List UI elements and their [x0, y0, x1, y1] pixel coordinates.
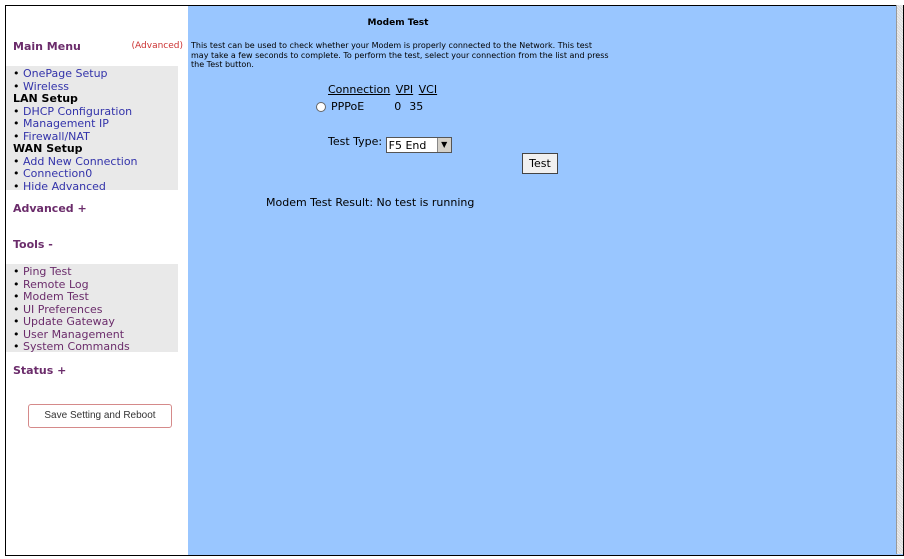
menu-section-header: LAN Setup [13, 92, 78, 105]
main-menu-header: Main Menu (Advanced) [13, 40, 185, 54]
tools-menu-item[interactable]: Ping Test [13, 265, 178, 279]
page-description: This test can be used to check whether y… [191, 41, 609, 69]
connection-table-header: Connection VPI VCI [328, 83, 439, 96]
connection-vci: 35 [409, 100, 424, 113]
test-button[interactable]: Test [522, 153, 558, 174]
menu-item[interactable]: Management IP [13, 117, 178, 131]
test-type-label: Test Type: [328, 135, 383, 148]
header-vpi: VPI [395, 83, 414, 96]
tools-section[interactable]: Tools - [13, 238, 53, 251]
main-menu-title[interactable]: Main Menu [13, 40, 81, 53]
menu-item[interactable]: OnePage Setup [13, 67, 178, 81]
tools-menu-item[interactable]: Modem Test [13, 290, 178, 304]
save-and-reboot-button[interactable]: Save Setting and Reboot [28, 404, 172, 428]
test-result-label: Modem Test Result: [266, 196, 374, 209]
menu-item[interactable]: Connection0 [13, 167, 178, 181]
main-menu-list: OnePage SetupWirelessLAN SetupDHCP Confi… [6, 66, 178, 192]
vertical-scrollbar[interactable] [896, 5, 903, 554]
header-vci: VCI [418, 83, 438, 96]
menu-item[interactable]: Hide Advanced [13, 180, 178, 194]
main-content: Modem Test This test can be used to chec… [188, 6, 903, 555]
connection-vpi: 0 [394, 100, 402, 113]
browser-frame: Main Menu (Advanced) OnePage SetupWirele… [5, 5, 904, 556]
tools-menu-list: Ping TestRemote LogModem TestUI Preferen… [6, 264, 178, 354]
header-connection: Connection [328, 83, 391, 96]
menu-section-header: WAN Setup [13, 142, 83, 155]
page-title: Modem Test [367, 18, 429, 28]
tools-menu-item[interactable]: Update Gateway [13, 315, 178, 329]
connection-name: PPPoE [331, 100, 365, 113]
connection-radio[interactable] [316, 102, 326, 112]
connection-row: PPPoE 0 35 [316, 100, 423, 113]
connection-table: Connection VPI VCI PPPoE 0 35 [316, 83, 439, 113]
advanced-section[interactable]: Advanced + [13, 202, 87, 215]
sidebar: Main Menu (Advanced) OnePage SetupWirele… [6, 6, 187, 555]
test-type-select[interactable]: F5 End ▼ [385, 137, 452, 153]
tools-menu-item[interactable]: System Commands [13, 340, 178, 354]
dropdown-arrow-icon[interactable]: ▼ [436, 138, 451, 152]
status-section[interactable]: Status + [13, 364, 66, 377]
advanced-toggle-link[interactable]: (Advanced) [132, 41, 183, 51]
test-result: Modem Test Result: No test is running [266, 196, 474, 209]
test-type-value: F5 End [388, 139, 427, 152]
test-result-value: No test is running [376, 196, 475, 209]
test-type-row: Test Type: F5 End ▼ [328, 134, 452, 153]
